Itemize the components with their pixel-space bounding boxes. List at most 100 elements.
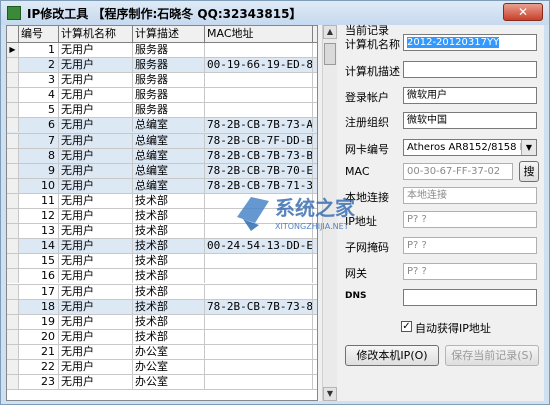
scroll-thumb[interactable]: [324, 43, 336, 65]
cell-desc[interactable]: 技术部: [133, 299, 205, 314]
cell-name[interactable]: 无用户: [59, 118, 133, 133]
cell-desc[interactable]: 总编室: [133, 163, 205, 178]
cell-desc[interactable]: 总编室: [133, 148, 205, 163]
row-indicator[interactable]: [7, 103, 19, 118]
table-row[interactable]: 13 无用户 技术部: [7, 224, 317, 240]
table-row[interactable]: 10 无用户 总编室 78-2B-CB-7B-71-37: [7, 178, 317, 194]
cell-desc[interactable]: 办公室: [133, 359, 205, 374]
header-name[interactable]: 计算机名称: [59, 26, 133, 42]
mac-input[interactable]: 00-30-67-FF-37-02: [403, 163, 513, 180]
cell-mac[interactable]: 78-2B-CB-7B-71-37: [205, 178, 313, 193]
row-indicator[interactable]: [7, 118, 19, 133]
cell-name[interactable]: 无用户: [59, 329, 133, 344]
cell-name[interactable]: 无用户: [59, 178, 133, 193]
cell-desc[interactable]: 办公室: [133, 375, 205, 390]
table-row[interactable]: 17 无用户 技术部: [7, 284, 317, 300]
cell-mac[interactable]: [205, 344, 313, 359]
cell-id[interactable]: 8: [19, 148, 59, 163]
cell-name[interactable]: 无用户: [59, 254, 133, 269]
row-indicator[interactable]: [7, 314, 19, 329]
table-row[interactable]: 16 无用户 技术部: [7, 269, 317, 285]
cell-id[interactable]: 16: [19, 269, 59, 284]
table-row[interactable]: 23 无用户 办公室: [7, 375, 317, 391]
computer-name-input[interactable]: 2012-20120317YY: [403, 34, 537, 51]
cell-name[interactable]: 无用户: [59, 43, 133, 57]
row-indicator[interactable]: [7, 193, 19, 208]
cell-mac[interactable]: [205, 254, 313, 269]
row-indicator[interactable]: [7, 299, 19, 314]
cell-id[interactable]: 5: [19, 103, 59, 118]
cell-id[interactable]: 11: [19, 193, 59, 208]
cell-mac[interactable]: 78-2B-CB-7B-70-E9: [205, 163, 313, 178]
cell-mac[interactable]: [205, 224, 313, 239]
table-row[interactable]: 11 无用户 技术部: [7, 193, 317, 210]
row-indicator[interactable]: [7, 73, 19, 88]
scroll-up-icon[interactable]: ▲: [323, 25, 337, 39]
cell-name[interactable]: 无用户: [59, 209, 133, 224]
cell-id[interactable]: 14: [19, 239, 59, 254]
cell-name[interactable]: 无用户: [59, 375, 133, 390]
table-row[interactable]: 21 无用户 办公室: [7, 344, 317, 360]
auto-ip-checkbox[interactable]: ✓: [401, 321, 412, 332]
cell-desc[interactable]: 技术部: [133, 193, 205, 208]
cell-name[interactable]: 无用户: [59, 269, 133, 284]
cell-name[interactable]: 无用户: [59, 103, 133, 118]
cell-desc[interactable]: 服务器: [133, 73, 205, 88]
cell-id[interactable]: 7: [19, 133, 59, 148]
cell-id[interactable]: 22: [19, 359, 59, 374]
table-row[interactable]: 3 无用户 服务器: [7, 73, 317, 89]
row-indicator[interactable]: [7, 269, 19, 284]
table-row[interactable]: 6 无用户 总编室 78-2B-CB-7B-73-AB: [7, 118, 317, 134]
cell-name[interactable]: 无用户: [59, 344, 133, 359]
cell-name[interactable]: 无用户: [59, 193, 133, 208]
cell-id[interactable]: 6: [19, 118, 59, 133]
org-input[interactable]: 微软中国: [403, 112, 537, 129]
row-indicator[interactable]: [7, 178, 19, 193]
cell-desc[interactable]: 服务器: [133, 58, 205, 73]
cell-desc[interactable]: 总编室: [133, 178, 205, 193]
cell-name[interactable]: 无用户: [59, 148, 133, 163]
cell-mac[interactable]: [205, 329, 313, 344]
cell-desc[interactable]: 服务器: [133, 43, 205, 57]
cell-mac[interactable]: [205, 269, 313, 284]
table-row[interactable]: 5 无用户 服务器: [7, 103, 317, 119]
login-user-input[interactable]: 微软用户: [403, 87, 537, 104]
cell-id[interactable]: 1: [19, 43, 59, 57]
cell-mac[interactable]: [205, 375, 313, 390]
close-button[interactable]: ✕: [503, 3, 543, 21]
cell-name[interactable]: 无用户: [59, 299, 133, 314]
header-id[interactable]: 编号: [19, 26, 59, 42]
cell-desc[interactable]: 服务器: [133, 88, 205, 103]
records-grid[interactable]: 编号 计算机名称 计算描述 MAC地址 ▶ 1 无用户 服务器 2 无用户 服务器 00-19…: [6, 25, 318, 401]
cell-id[interactable]: 10: [19, 178, 59, 193]
cell-name[interactable]: 无用户: [59, 163, 133, 178]
row-indicator[interactable]: [7, 163, 19, 178]
header-desc[interactable]: 计算描述: [133, 26, 205, 42]
cell-id[interactable]: 15: [19, 254, 59, 269]
cell-desc[interactable]: 总编室: [133, 133, 205, 148]
cell-name[interactable]: 无用户: [59, 133, 133, 148]
cell-id[interactable]: 23: [19, 375, 59, 390]
cell-desc[interactable]: 技术部: [133, 269, 205, 284]
cell-name[interactable]: 无用户: [59, 314, 133, 329]
table-row[interactable]: 22 无用户 办公室: [7, 359, 317, 376]
cell-desc[interactable]: 技术部: [133, 314, 205, 329]
table-row[interactable]: 9 无用户 总编室 78-2B-CB-7B-70-E9: [7, 163, 317, 179]
cell-id[interactable]: 17: [19, 284, 59, 299]
table-row[interactable]: 12 无用户 技术部: [7, 209, 317, 225]
cell-id[interactable]: 12: [19, 209, 59, 224]
row-indicator[interactable]: [7, 375, 19, 390]
table-row[interactable]: ▶ 1 无用户 服务器: [7, 43, 317, 59]
auto-ip-label[interactable]: 自动获得IP地址: [415, 320, 491, 336]
cell-mac[interactable]: 78-2B-CB-7B-73-BD: [205, 148, 313, 163]
cell-desc[interactable]: 技术部: [133, 209, 205, 224]
cell-mac[interactable]: [205, 314, 313, 329]
dns-input[interactable]: [403, 289, 537, 306]
cell-mac[interactable]: [205, 209, 313, 224]
header-mac[interactable]: MAC地址: [205, 26, 313, 42]
modify-ip-button[interactable]: 修改本机IP(O): [345, 345, 439, 366]
row-indicator[interactable]: [7, 209, 19, 224]
row-indicator[interactable]: [7, 88, 19, 103]
ip-input[interactable]: P? ?: [403, 211, 537, 228]
cell-mac[interactable]: [205, 193, 313, 208]
